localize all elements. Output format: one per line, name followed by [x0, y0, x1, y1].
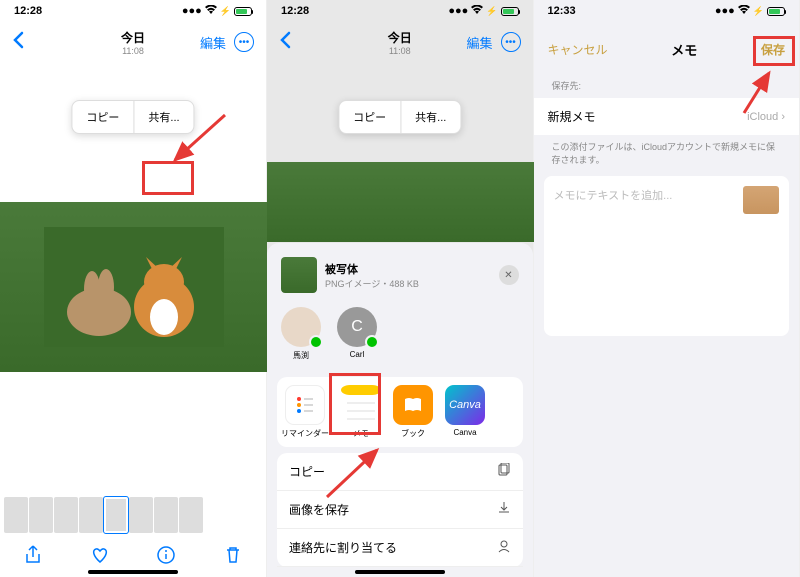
action-label: 連絡先に割り当てる: [289, 539, 397, 556]
wifi-icon: [738, 5, 750, 17]
action-assign-contact[interactable]: 連絡先に割り当てる: [277, 529, 523, 567]
avatar: C: [337, 307, 377, 347]
status-bar: 12:28 ●●● ⚡: [267, 0, 533, 22]
sheet-title: 被写体: [325, 261, 419, 277]
memo-body[interactable]: メモにテキストを追加...: [544, 176, 790, 336]
share-icon[interactable]: [23, 545, 43, 570]
cancel-button[interactable]: キャンセル: [548, 41, 608, 58]
chevron-right-icon: ›: [781, 111, 785, 123]
thumb[interactable]: [179, 497, 203, 533]
battery-icon: [234, 7, 252, 16]
memo-attachment-thumb: [743, 186, 779, 214]
charging-icon: ⚡: [753, 6, 764, 17]
heart-icon[interactable]: [90, 545, 110, 570]
reminders-icon: [285, 385, 325, 425]
wifi-icon: [471, 5, 483, 17]
status-time: 12:28: [281, 5, 309, 17]
sheet-thumbnail: [281, 257, 317, 293]
sheet-subtitle: PNGイメージ・488 KB: [325, 277, 419, 290]
back-button[interactable]: [279, 31, 291, 54]
action-copy[interactable]: コピー: [277, 453, 523, 491]
share-sheet: 被写体 PNGイメージ・488 KB ✕ 馬渕 C Carl リマインダー メモ: [267, 243, 533, 577]
nav-bar: 今日 11:08 編集 •••: [267, 22, 533, 62]
copy-option[interactable]: コピー: [339, 101, 400, 133]
charging-icon: ⚡: [486, 6, 497, 17]
highlight-notes-app: [329, 373, 381, 435]
status-time: 12:33: [548, 5, 576, 17]
contact-name: 馬渕: [281, 350, 321, 361]
thumb[interactable]: [54, 497, 78, 533]
memo-note-text: この添付ファイルは、iCloudアカウントで新規メモに保存されます。: [534, 135, 800, 176]
thumb[interactable]: [4, 497, 28, 533]
close-button[interactable]: ✕: [499, 265, 519, 285]
copy-option[interactable]: コピー: [72, 101, 133, 133]
trash-icon[interactable]: [223, 545, 243, 570]
home-indicator[interactable]: [88, 570, 178, 574]
back-button[interactable]: [12, 31, 24, 54]
thumb[interactable]: [29, 497, 53, 533]
home-indicator[interactable]: [355, 570, 445, 574]
memo-title: メモ: [671, 40, 697, 59]
thumb[interactable]: [79, 497, 103, 533]
highlight-save: [753, 36, 795, 66]
copy-icon: [497, 463, 511, 480]
photo-peek: [267, 162, 534, 242]
nav-subtitle: 11:08: [121, 46, 145, 56]
share-option[interactable]: 共有...: [401, 101, 460, 133]
status-time: 12:28: [14, 5, 42, 17]
line-badge-icon: [365, 335, 379, 349]
nav-title: 今日: [388, 29, 412, 46]
info-icon[interactable]: [156, 545, 176, 570]
more-button[interactable]: •••: [234, 32, 254, 52]
screen-share-sheet: 12:28 ●●● ⚡ 今日 11:08 編集 ••• コピー 共有...: [267, 0, 534, 577]
nav-title: 今日: [121, 29, 145, 46]
signal-icon: ●●●: [448, 5, 468, 17]
screen-memo-save: 12:33 ●●● ⚡ キャンセル メモ 保存 保存先: 新規メモ iCloud…: [534, 0, 800, 577]
thumbnail-strip[interactable]: [0, 497, 266, 533]
signal-icon: ●●●: [715, 5, 735, 17]
app-books[interactable]: ブック: [393, 385, 433, 439]
arrow-to-share: [165, 110, 235, 170]
action-label: 画像を保存: [289, 501, 349, 518]
wifi-icon: [205, 5, 217, 17]
download-icon: [497, 501, 511, 518]
books-icon: [393, 385, 433, 425]
context-popover: コピー 共有...: [338, 100, 461, 134]
memo-placeholder: メモにテキストを追加...: [554, 190, 673, 202]
arrow-to-save: [739, 68, 779, 118]
app-label: リマインダー: [281, 428, 329, 439]
battery-icon: [767, 7, 785, 16]
nav-bar: 今日 11:08 編集 •••: [0, 22, 266, 62]
status-bar: 12:33 ●●● ⚡: [534, 0, 800, 22]
thumb[interactable]: [129, 497, 153, 533]
app-label: Canva: [445, 428, 485, 437]
contact-item[interactable]: 馬渕: [281, 307, 321, 361]
charging-icon: ⚡: [220, 6, 231, 17]
app-label: ブック: [393, 428, 433, 439]
nav-subtitle: 11:08: [388, 46, 412, 56]
more-button[interactable]: •••: [501, 32, 521, 52]
action-save-image[interactable]: 画像を保存: [277, 491, 523, 529]
app-canva[interactable]: Canva Canva: [445, 385, 485, 439]
dest-label: 新規メモ: [548, 108, 596, 125]
app-reminders[interactable]: リマインダー: [281, 385, 329, 439]
signal-icon: ●●●: [182, 5, 202, 17]
avatar: [281, 307, 321, 347]
edit-button[interactable]: 編集: [466, 33, 492, 52]
edit-button[interactable]: 編集: [200, 33, 226, 52]
screen-photo-detail: 12:28 ●●● ⚡ 今日 11:08 編集 ••• コピー 共有...: [0, 0, 267, 577]
main-photo[interactable]: [0, 202, 267, 372]
battery-icon: [501, 7, 519, 16]
line-badge-icon: [309, 335, 323, 349]
contact-name: Carl: [337, 350, 377, 359]
arrow-to-notes: [322, 442, 392, 502]
contact-icon: [497, 539, 511, 556]
thumb-selected[interactable]: [104, 497, 128, 533]
canva-icon: Canva: [445, 385, 485, 425]
contact-item[interactable]: C Carl: [337, 307, 377, 361]
status-bar: 12:28 ●●● ⚡: [0, 0, 266, 22]
action-label: コピー: [289, 463, 325, 480]
thumb[interactable]: [154, 497, 178, 533]
